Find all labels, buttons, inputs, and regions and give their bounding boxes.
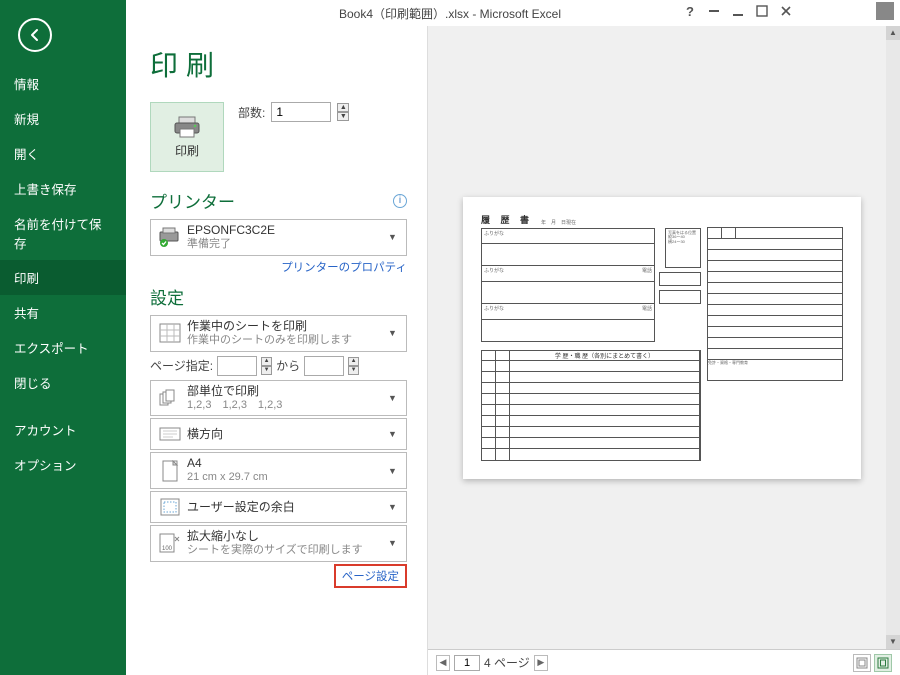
window-title: Book4（印刷範囲）.xlsx - Microsoft Excel xyxy=(339,5,561,22)
paper-size-selector[interactable]: A4 21 cm x 29.7 cm ▼ xyxy=(150,452,407,489)
signed-in-user xyxy=(807,3,862,19)
printer-icon xyxy=(173,116,201,138)
next-page-button[interactable]: ▶ xyxy=(534,655,548,671)
nav-open[interactable]: 開く xyxy=(0,136,126,171)
margins-selector[interactable]: ユーザー設定の余白 ▼ xyxy=(150,491,407,523)
paper-icon xyxy=(157,459,183,483)
orientation-icon xyxy=(157,422,183,446)
nav-save[interactable]: 上書き保存 xyxy=(0,171,126,206)
copies-up[interactable]: ▲ xyxy=(337,103,349,112)
pages-to-down[interactable]: ▼ xyxy=(348,366,359,375)
back-button[interactable] xyxy=(18,18,52,52)
backstage-sidebar: 情報 新規 開く 上書き保存 名前を付けて保存 印刷 共有 エクスポート 閉じる… xyxy=(0,0,126,675)
print-settings-panel: 印刷 印刷 部数: ▲ ▼ プリンター i E xyxy=(126,26,428,675)
scroll-up[interactable]: ▲ xyxy=(886,26,900,40)
minimize-button[interactable] xyxy=(729,2,747,20)
nav-print[interactable]: 印刷 xyxy=(0,260,126,295)
backstage-main: 印刷 印刷 部数: ▲ ▼ プリンター i E xyxy=(126,26,900,675)
print-what-selector[interactable]: 作業中のシートを印刷 作業中のシートのみを印刷します ▼ xyxy=(150,315,407,352)
help-button[interactable]: ? xyxy=(681,2,699,20)
show-margins-button[interactable] xyxy=(853,654,871,672)
collate-icon xyxy=(157,386,183,410)
printer-status-icon xyxy=(157,225,183,249)
total-pages-label: 4 ページ xyxy=(484,654,530,671)
current-page-input[interactable] xyxy=(454,655,480,671)
pages-from-up[interactable]: ▲ xyxy=(261,357,272,366)
page-heading: 印刷 xyxy=(150,44,407,84)
page-setup-link[interactable]: ページ設定 xyxy=(334,564,407,588)
nav-save-as[interactable]: 名前を付けて保存 xyxy=(0,206,126,260)
nav-account[interactable]: アカウント xyxy=(0,412,126,447)
printer-name: EPSONFC3C2E xyxy=(187,223,388,238)
preview-page: 履 歴 書 年 月 日現在 ふりがな ふりがな電話 ふりがな電話 xyxy=(463,197,861,479)
sheet-icon xyxy=(157,321,183,345)
ribbon-options-button[interactable] xyxy=(705,2,723,20)
history-table: 学 歴・職 歴（各別にまとめて書く） xyxy=(481,350,701,461)
photo-box: 写真をはる位置縦36〜40横24〜30 xyxy=(665,228,701,268)
pages-to-up[interactable]: ▲ xyxy=(348,357,359,366)
title-bar: Book4（印刷範囲）.xlsx - Microsoft Excel ? xyxy=(0,0,900,26)
nav-share[interactable]: 共有 xyxy=(0,295,126,330)
printer-status: 準備完了 xyxy=(187,238,388,252)
pages-from-down[interactable]: ▼ xyxy=(261,366,272,375)
collation-selector[interactable]: 部単位で印刷 1,2,3 1,2,3 1,2,3 ▼ xyxy=(150,380,407,417)
close-button[interactable] xyxy=(777,2,795,20)
zoom-to-page-button[interactable] xyxy=(874,654,892,672)
pages-to-label: から xyxy=(276,357,300,374)
printer-section-heading: プリンター xyxy=(150,188,235,213)
doc-title: 履 歴 書 xyxy=(481,213,533,226)
printer-selector[interactable]: EPSONFC3C2E 準備完了 ▼ xyxy=(150,219,407,256)
pages-from-input[interactable] xyxy=(217,356,257,376)
copies-label: 部数: xyxy=(238,104,265,121)
copies-input[interactable] xyxy=(271,102,331,122)
settings-section-heading: 設定 xyxy=(150,284,184,309)
print-button[interactable]: 印刷 xyxy=(150,102,224,172)
printer-info-icon[interactable]: i xyxy=(393,194,407,208)
nav-new[interactable]: 新規 xyxy=(0,101,126,136)
prev-page-button[interactable]: ◀ xyxy=(436,655,450,671)
user-avatar[interactable] xyxy=(876,2,894,20)
scaling-icon: 100 xyxy=(157,531,183,555)
svg-text:100: 100 xyxy=(162,546,173,552)
preview-footer: ◀ 4 ページ ▶ xyxy=(428,649,900,675)
chevron-down-icon: ▼ xyxy=(388,232,402,242)
scaling-selector[interactable]: 100 拡大縮小なし シートを実際のサイズで印刷します ▼ xyxy=(150,525,407,562)
nav-export[interactable]: エクスポート xyxy=(0,330,126,365)
copies-down[interactable]: ▼ xyxy=(337,112,349,121)
maximize-button[interactable] xyxy=(753,2,771,20)
print-preview-pane: 履 歴 書 年 月 日現在 ふりがな ふりがな電話 ふりがな電話 xyxy=(428,26,900,675)
printer-properties-link[interactable]: プリンターのプロパティ xyxy=(281,262,407,274)
pages-label: ページ指定: xyxy=(150,357,213,374)
preview-scrollbar[interactable]: ▲ ▼ xyxy=(886,26,900,649)
margins-icon xyxy=(157,495,183,519)
orientation-selector[interactable]: 横方向 ▼ xyxy=(150,418,407,450)
pages-to-input[interactable] xyxy=(304,356,344,376)
nav-info[interactable]: 情報 xyxy=(0,66,126,101)
nav-options[interactable]: オプション xyxy=(0,447,126,482)
scroll-down[interactable]: ▼ xyxy=(886,635,900,649)
print-button-label: 印刷 xyxy=(175,142,199,159)
nav-close[interactable]: 閉じる xyxy=(0,365,126,400)
